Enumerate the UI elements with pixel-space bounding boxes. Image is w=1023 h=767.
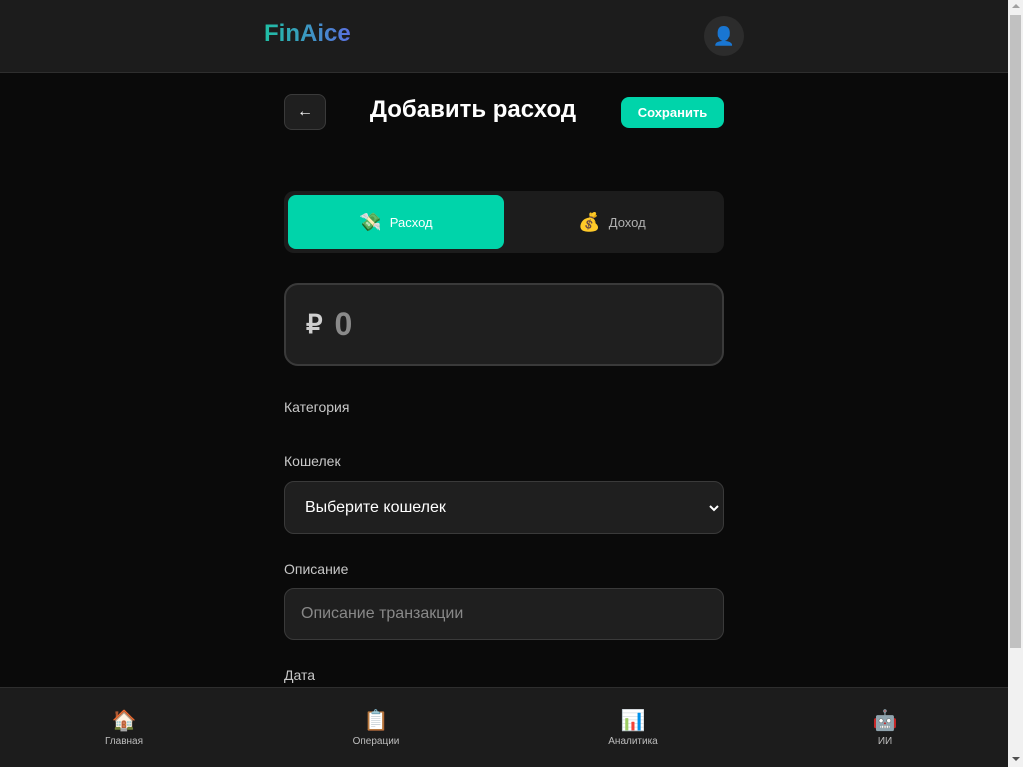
nav-item-label: ИИ [877,736,893,747]
category-label: Категория [284,399,350,415]
amount-field[interactable]: ₽ [284,283,724,366]
nav-item-home[interactable]: 🏠 Главная [64,708,184,747]
bar-chart-icon: 📊 [620,710,646,732]
bottom-navigation: 🏠 Главная 📋 Операции 📊 Аналитика 🤖 ИИ [0,687,1008,767]
save-button[interactable]: Сохранить [621,97,724,128]
scroll-up-arrow-icon[interactable] [1012,4,1020,8]
wallet-label: Кошелек [284,453,341,469]
app-logo[interactable]: FinAice [264,20,351,48]
vertical-scrollbar[interactable] [1008,0,1023,767]
robot-icon: 🤖 [872,710,898,732]
profile-avatar-button[interactable]: 👤 [704,16,744,56]
income-tab-label: Доход [608,214,646,230]
nav-item-label: Операции [352,736,400,747]
description-field[interactable] [284,588,724,640]
amount-input[interactable] [334,306,695,343]
back-button[interactable]: ← [284,94,326,130]
clipboard-icon: 📋 [363,710,389,732]
nav-item-label: Аналитика [608,736,658,747]
money-bag-icon: 💰 [578,211,601,232]
nav-item-label: Главная [104,736,144,747]
description-label: Описание [284,561,349,577]
description-input[interactable] [285,589,723,639]
money-with-wings-icon: 💸 [359,211,382,232]
expense-tab-label: Расход [389,214,433,230]
nav-item-operations[interactable]: 📋 Операции [316,708,436,747]
chevron-down-icon [709,499,719,515]
scroll-down-arrow-icon[interactable] [1012,757,1020,761]
user-icon: 👤 [712,25,736,46]
wallet-select[interactable]: Выберите кошелек [284,481,724,534]
top-header: FinAice 👤 [0,0,1008,73]
home-icon: 🏠 [111,710,137,732]
page-title: Добавить расход [369,96,577,123]
date-label: Дата [284,667,316,683]
arrow-left-icon: ← [297,103,313,120]
expense-tab[interactable]: 💸 Расход [288,195,504,249]
app-viewport: FinAice 👤 ← Добавить расход Сохранить 💸 … [0,0,1008,767]
currency-symbol: ₽ [306,309,323,339]
wallet-select-value: Выберите кошелек [305,498,446,516]
nav-item-analytics[interactable]: 📊 Аналитика [573,708,693,747]
income-tab[interactable]: 💰 Доход [504,195,720,249]
transaction-type-switch: 💸 Расход 💰 Доход [284,191,724,253]
scroll-thumb[interactable] [1010,15,1021,648]
nav-item-ai[interactable]: 🤖 ИИ [825,708,945,747]
